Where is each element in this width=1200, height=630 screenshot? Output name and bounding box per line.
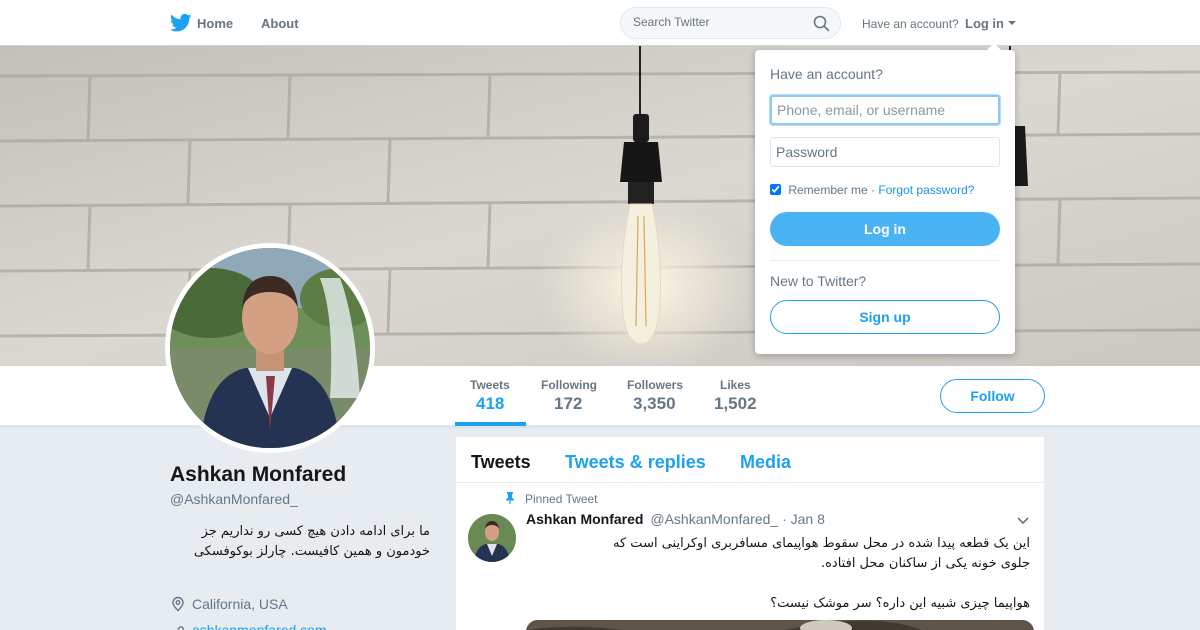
stat-value: 418 (476, 394, 505, 413)
tweet-text-spacer (526, 574, 1030, 594)
profile-bio: ما برای ادامه دادن هیچ کسی رو نداریم جز … (193, 524, 430, 559)
remember-me-label[interactable]: Remember me (788, 183, 867, 197)
pin-icon (506, 492, 514, 504)
remember-me-row: Remember me · Forgot password? (770, 183, 974, 197)
tweet-author-name[interactable]: Ashkan Monfared (526, 511, 643, 527)
active-stat-indicator (455, 422, 526, 426)
stat-following[interactable]: Following 172 (541, 378, 597, 414)
tab-media[interactable]: Media (740, 452, 791, 473)
login-dropdown-toggle[interactable]: Log in (965, 16, 1004, 31)
link-icon (177, 626, 184, 630)
search-icon[interactable] (813, 15, 830, 32)
signup-button[interactable]: Sign up (770, 300, 1000, 334)
location-pin-icon (172, 596, 184, 612)
follow-button[interactable]: Follow (940, 379, 1045, 413)
tweet-author-handle[interactable]: @AshkanMonfared_ (650, 511, 778, 527)
divider (770, 260, 1000, 261)
profile-name: Ashkan Monfared (170, 463, 347, 486)
tweet-timestamp[interactable]: · Jan 8 (782, 511, 825, 527)
remember-me-checkbox[interactable] (770, 184, 781, 195)
chevron-down-icon[interactable] (1016, 516, 1030, 526)
stat-likes[interactable]: Likes 1,502 (714, 378, 757, 414)
login-dropdown-title: Have an account? (770, 66, 883, 82)
tab-tweets-replies[interactable]: Tweets & replies (565, 452, 706, 473)
separator-dot: · (871, 183, 876, 197)
have-account-text: Have an account? (862, 17, 959, 31)
stat-value: 172 (554, 394, 583, 413)
tweet-header: Ashkan Monfared @AshkanMonfared_ · Jan 8 (526, 511, 825, 527)
forgot-password-link[interactable]: Forgot password? (878, 183, 974, 197)
stat-value: 1,502 (714, 394, 757, 413)
nav-home-link[interactable]: Home (197, 16, 233, 31)
twitter-bird-icon[interactable] (170, 13, 192, 33)
stat-label: Following (541, 378, 597, 392)
caret-down-icon[interactable] (1008, 21, 1016, 25)
tweet-text-line: این یک قطعه پیدا شده در محل سقوط هواپیما… (613, 536, 1030, 551)
tweet-text-line: جلوی خونه یکی از ساکنان محل افتاده. (820, 556, 1030, 571)
stat-value: 3,350 (633, 394, 676, 413)
login-dropdown: Have an account? Remember me · Forgot pa… (755, 43, 1015, 354)
stat-followers[interactable]: Followers 3,350 (627, 378, 683, 414)
profile-website[interactable]: ashkanmonfared.com (170, 622, 327, 630)
tweet-text: این یک قطعه پیدا شده در محل سقوط هواپیما… (526, 534, 1030, 614)
tweet-avatar-photo (468, 514, 516, 562)
profile-avatar[interactable] (165, 243, 375, 453)
stat-label: Likes (720, 378, 751, 392)
pinned-text: Pinned Tweet (525, 492, 598, 506)
tweet-media-image[interactable] (526, 620, 1034, 630)
profile-location: California, USA (170, 596, 288, 612)
tweet-text-line: هواپیما چیزی شبیه این داره؟ سر موشک نیست… (770, 596, 1030, 611)
timeline: Tweets Tweets & replies Media Pinned Twe… (456, 437, 1044, 630)
search-input[interactable] (633, 15, 803, 29)
search-box[interactable] (620, 7, 841, 39)
stat-tweets[interactable]: Tweets 418 (470, 378, 510, 414)
stat-label: Tweets (470, 378, 510, 392)
avatar-photo (170, 248, 370, 448)
nav-about-link[interactable]: About (261, 16, 299, 31)
location-text: California, USA (192, 596, 288, 612)
profile-handle[interactable]: @AshkanMonfared_ (170, 491, 298, 507)
timeline-tabs: Tweets Tweets & replies Media (456, 437, 1044, 483)
person-photo (170, 248, 370, 448)
username-input[interactable] (770, 95, 1000, 125)
tweet-author-avatar[interactable] (468, 514, 516, 562)
tweet-media-photo (526, 620, 1034, 630)
website-link[interactable]: ashkanmonfared.com (192, 622, 327, 630)
login-button[interactable]: Log in (770, 212, 1000, 246)
pinned-tweet-label: Pinned Tweet (506, 492, 598, 506)
tab-tweets[interactable]: Tweets (471, 452, 531, 473)
new-to-twitter-text: New to Twitter? (770, 273, 867, 289)
stat-label: Followers (627, 378, 684, 392)
password-input[interactable] (770, 137, 1000, 167)
top-navigation-bar: Home About Have an account? Log in (0, 0, 1200, 46)
